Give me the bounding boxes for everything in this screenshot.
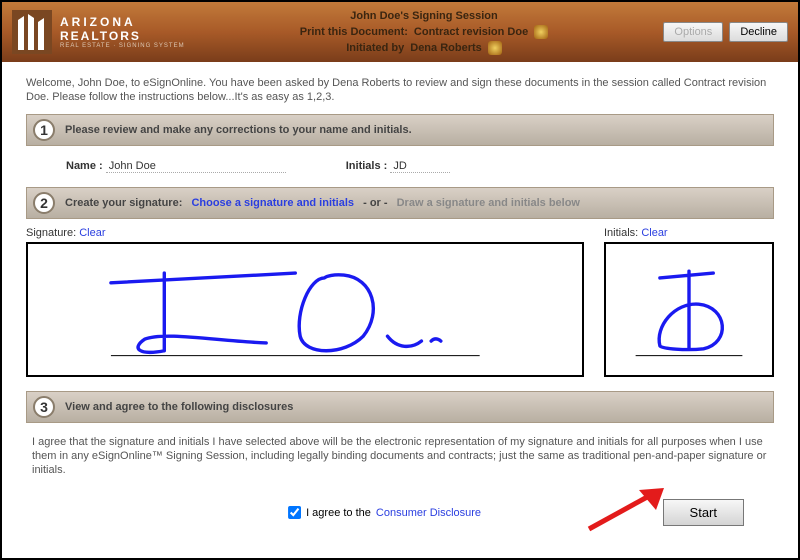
initiated-prefix: Initiated by bbox=[346, 40, 404, 56]
step-2-number: 2 bbox=[33, 192, 55, 214]
step-1-bar: 1 Please review and make any corrections… bbox=[26, 114, 774, 146]
annotation-arrow-icon bbox=[584, 484, 674, 534]
initials-head-label: Initials: bbox=[604, 227, 638, 239]
signature-canvas[interactable] bbox=[26, 242, 584, 377]
print-icon[interactable] bbox=[534, 25, 548, 39]
decline-button[interactable]: Decline bbox=[729, 22, 788, 42]
step-3-label: View and agree to the following disclosu… bbox=[65, 401, 293, 413]
brand-line1: ARIZONA bbox=[60, 15, 185, 29]
consumer-disclosure-link[interactable]: Consumer Disclosure bbox=[376, 507, 481, 519]
or-text: - or - bbox=[363, 197, 387, 209]
brand-logo: ARIZONA REALTORS REAL ESTATE · SIGNING S… bbox=[12, 10, 185, 54]
initials-clear-link[interactable]: Clear bbox=[641, 227, 667, 239]
step-1-label: Please review and make any corrections t… bbox=[65, 124, 412, 136]
user-icon bbox=[488, 41, 502, 55]
initials-label: Initials : bbox=[346, 160, 388, 172]
session-label: John Doe's Signing Session bbox=[350, 8, 497, 24]
app-header: ARIZONA REALTORS REAL ESTATE · SIGNING S… bbox=[2, 2, 798, 62]
step-2-bar: 2 Create your signature: Choose a signat… bbox=[26, 187, 774, 219]
initiated-by-name: Dena Roberts bbox=[410, 40, 482, 56]
disclosure-text: I agree that the signature and initials … bbox=[26, 431, 774, 485]
brand-tagline: REAL ESTATE · SIGNING SYSTEM bbox=[60, 43, 185, 49]
realtors-logo-icon bbox=[12, 10, 52, 54]
welcome-text: Welcome, John Doe, to eSignOnline. You h… bbox=[26, 76, 774, 104]
step-1-number: 1 bbox=[33, 119, 55, 141]
options-button[interactable]: Options bbox=[663, 22, 723, 42]
start-button[interactable]: Start bbox=[663, 499, 744, 526]
step-3-number: 3 bbox=[33, 396, 55, 418]
step-2-label: Create your signature: Choose a signatur… bbox=[65, 197, 580, 209]
name-label: Name : bbox=[66, 160, 103, 172]
choose-signature-link[interactable]: Choose a signature and initials bbox=[191, 197, 354, 209]
name-field[interactable]: John Doe bbox=[106, 160, 286, 173]
initials-canvas[interactable] bbox=[604, 242, 774, 377]
print-doc-name[interactable]: Contract revision Doe bbox=[414, 24, 528, 40]
draw-signature-text: Draw a signature and initials below bbox=[397, 197, 580, 209]
print-prefix: Print this Document: bbox=[300, 24, 408, 40]
session-info: John Doe's Signing Session Print this Do… bbox=[185, 8, 664, 56]
brand-line2: REALTORS bbox=[60, 29, 185, 43]
initials-field[interactable]: JD bbox=[390, 160, 450, 173]
agree-prefix: I agree to the bbox=[306, 507, 371, 519]
agree-checkbox[interactable] bbox=[288, 506, 301, 519]
signature-clear-link[interactable]: Clear bbox=[79, 227, 105, 239]
signature-head-label: Signature: bbox=[26, 227, 76, 239]
step-3-bar: 3 View and agree to the following disclo… bbox=[26, 391, 774, 423]
